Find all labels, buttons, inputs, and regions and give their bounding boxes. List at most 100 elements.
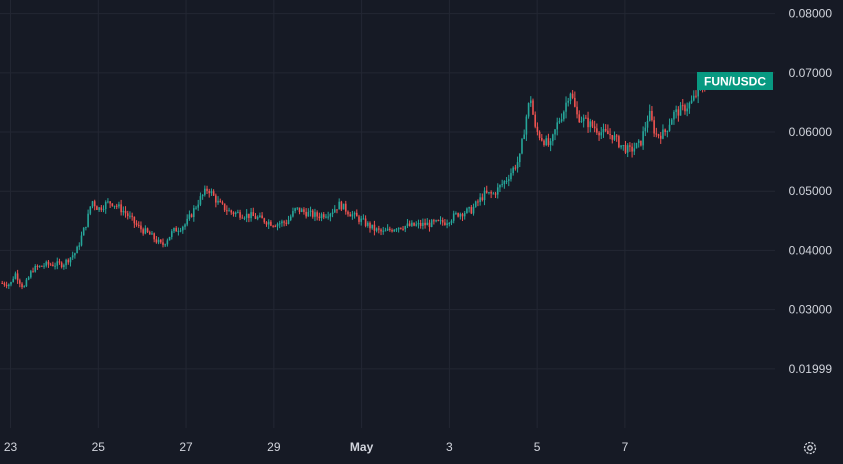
- candle-body[interactable]: [679, 105, 682, 116]
- candle-body[interactable]: [598, 132, 600, 136]
- candle-body[interactable]: [430, 220, 433, 227]
- candle-body[interactable]: [657, 134, 660, 136]
- candle-body[interactable]: [415, 224, 418, 226]
- candle-body[interactable]: [36, 266, 39, 268]
- candle-body[interactable]: [118, 204, 120, 207]
- candle-body[interactable]: [219, 200, 222, 203]
- candle-body[interactable]: [168, 236, 171, 241]
- candle-body[interactable]: [193, 208, 195, 217]
- candle-body[interactable]: [633, 148, 636, 152]
- candle-body[interactable]: [87, 213, 89, 227]
- candle-body[interactable]: [261, 215, 263, 219]
- candle-body[interactable]: [662, 129, 664, 139]
- candle-body[interactable]: [342, 203, 345, 210]
- candle-body[interactable]: [96, 206, 98, 210]
- candle-body[interactable]: [692, 95, 695, 101]
- candle-body[interactable]: [14, 273, 17, 279]
- candle-body[interactable]: [378, 228, 380, 230]
- candle-body[interactable]: [232, 212, 235, 215]
- candle-body[interactable]: [197, 204, 200, 208]
- candle-body[interactable]: [283, 221, 285, 223]
- candle-body[interactable]: [250, 212, 252, 219]
- candle-body[interactable]: [404, 226, 407, 230]
- candle-body[interactable]: [344, 203, 347, 212]
- candle-body[interactable]: [664, 129, 666, 132]
- candle-body[interactable]: [351, 214, 354, 217]
- candle-body[interactable]: [620, 145, 622, 148]
- candle-body[interactable]: [256, 217, 259, 219]
- candle-body[interactable]: [89, 206, 92, 214]
- candle-body[interactable]: [91, 201, 94, 207]
- candle-body[interactable]: [446, 223, 448, 226]
- candle-body[interactable]: [668, 124, 671, 131]
- candle-body[interactable]: [272, 225, 274, 227]
- candle-body[interactable]: [499, 185, 501, 188]
- candle-body[interactable]: [336, 209, 338, 211]
- candle-body[interactable]: [490, 192, 492, 194]
- candle-body[interactable]: [353, 212, 356, 215]
- candle-body[interactable]: [532, 100, 534, 115]
- candle-body[interactable]: [5, 284, 8, 287]
- candle-body[interactable]: [684, 105, 686, 112]
- candle-body[interactable]: [58, 261, 61, 263]
- candle-body[interactable]: [523, 134, 525, 140]
- candle-body[interactable]: [12, 278, 15, 283]
- candle-body[interactable]: [362, 218, 365, 220]
- candle-body[interactable]: [659, 135, 662, 139]
- candle-body[interactable]: [338, 201, 340, 210]
- candle-body[interactable]: [19, 280, 21, 284]
- candle-body[interactable]: [441, 220, 444, 223]
- candle-body[interactable]: [604, 128, 607, 131]
- candle-body[interactable]: [675, 109, 677, 112]
- price-chart[interactable]: 0.08000 0.07000 0.06000 0.05000 0.04000 0.030…: [0, 0, 843, 464]
- candle-body[interactable]: [296, 207, 299, 209]
- candle-body[interactable]: [565, 102, 567, 112]
- candle-body[interactable]: [589, 121, 592, 128]
- candle-body[interactable]: [651, 110, 653, 121]
- candle-body[interactable]: [184, 224, 186, 227]
- candle-body[interactable]: [439, 220, 442, 222]
- candle-body[interactable]: [637, 140, 640, 143]
- candle-body[interactable]: [164, 244, 166, 246]
- candle-body[interactable]: [212, 191, 215, 196]
- candle-body[interactable]: [276, 223, 279, 227]
- candle-body[interactable]: [673, 111, 675, 120]
- candle-body[interactable]: [248, 213, 250, 219]
- candle-body[interactable]: [468, 207, 470, 209]
- candle-body[interactable]: [380, 229, 382, 232]
- candle-body[interactable]: [483, 190, 486, 201]
- candle-body[interactable]: [223, 203, 226, 211]
- candle-body[interactable]: [111, 203, 114, 206]
- candle-body[interactable]: [360, 218, 363, 222]
- candle-body[interactable]: [78, 245, 81, 247]
- candle-body[interactable]: [309, 210, 312, 212]
- candle-body[interactable]: [644, 127, 647, 132]
- candle-body[interactable]: [600, 132, 603, 136]
- candle-body[interactable]: [428, 222, 431, 227]
- candle-body[interactable]: [98, 207, 100, 210]
- candle-body[interactable]: [104, 202, 107, 210]
- candle-body[interactable]: [400, 227, 402, 229]
- candle-body[interactable]: [455, 213, 457, 215]
- candle-body[interactable]: [426, 222, 429, 226]
- candle-body[interactable]: [129, 215, 131, 217]
- candle-body[interactable]: [373, 224, 376, 231]
- candle-body[interactable]: [477, 201, 479, 203]
- candle-body[interactable]: [30, 271, 32, 278]
- candle-body[interactable]: [505, 180, 508, 182]
- candle-body[interactable]: [512, 167, 514, 174]
- candle-body[interactable]: [173, 227, 175, 232]
- candle-body[interactable]: [41, 265, 43, 267]
- candle-body[interactable]: [162, 242, 164, 245]
- candle-body[interactable]: [254, 216, 257, 219]
- candle-body[interactable]: [529, 100, 532, 104]
- candle-body[interactable]: [115, 205, 118, 207]
- candle-body[interactable]: [569, 93, 572, 101]
- candle-body[interactable]: [329, 214, 332, 217]
- candle-body[interactable]: [38, 265, 41, 267]
- candle-body[interactable]: [8, 284, 10, 287]
- candle-body[interactable]: [82, 227, 85, 236]
- candle-body[interactable]: [217, 200, 219, 203]
- candle-body[interactable]: [177, 230, 180, 232]
- candle-body[interactable]: [690, 100, 693, 104]
